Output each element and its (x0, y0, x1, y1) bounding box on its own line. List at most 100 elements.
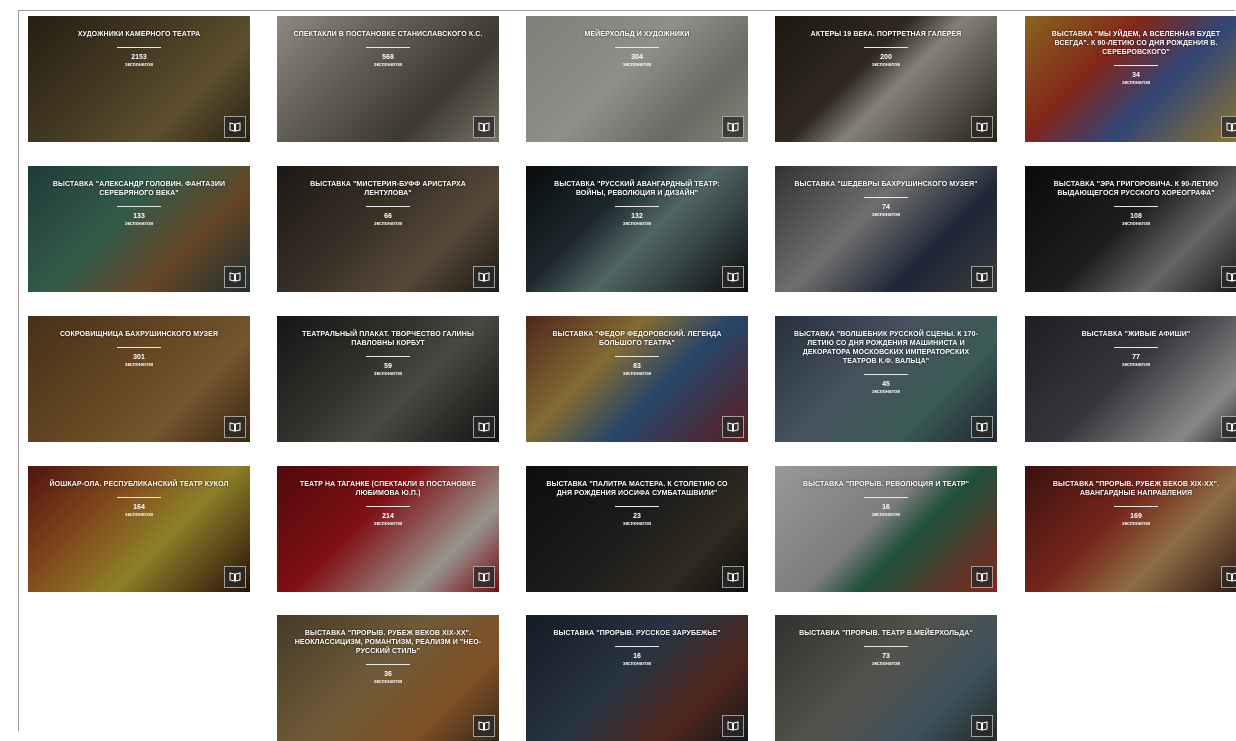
divider (864, 47, 908, 48)
card-count: 23 (633, 513, 641, 520)
divider (615, 356, 659, 357)
collection-card[interactable]: Выставка "Мы уйдем, а Вселенная будет вс… (1025, 16, 1236, 142)
card-title: Выставка "Мы уйдем, а Вселенная будет вс… (1051, 31, 1221, 56)
card-count: 74 (882, 204, 890, 211)
card-count: 77 (1132, 354, 1140, 361)
book-icon[interactable] (473, 566, 495, 588)
card-unit: экспонатов (373, 371, 403, 377)
book-icon[interactable] (722, 416, 744, 438)
card-count: 301 (133, 354, 145, 361)
collection-card[interactable]: Сокровищница Бахрушинского музея 301 экспо… (28, 316, 250, 442)
book-icon[interactable] (473, 416, 495, 438)
card-title: Театр на Таганке (спектакли в постановке… (299, 481, 477, 497)
divider (366, 206, 410, 207)
collection-card[interactable]: Йошкар-Ола. Республиканский театр кукол 1… (28, 466, 250, 592)
card-title: Выставка "Прорыв. Рубеж веков XIX-XX". Н… (294, 630, 482, 655)
collection-card[interactable]: Выставка "Шедевры Бахрушинского музея" 74… (775, 166, 997, 292)
collection-card[interactable]: Выставка "Федор Федоровский. Легенда Бол… (526, 316, 748, 442)
card-title: Выставка "Прорыв. Рубеж веков XIX-XX". А… (1052, 481, 1220, 497)
collection-card[interactable]: Выставка "Волшебник русской сцены. К 170… (775, 316, 997, 442)
book-icon[interactable] (224, 266, 246, 288)
book-icon[interactable] (473, 116, 495, 138)
card-title: Выставка "Эра Григоровича. К 90-летию вы… (1053, 181, 1219, 197)
book-icon[interactable] (971, 715, 993, 737)
card-unit: экспонатов (622, 62, 652, 68)
collection-card[interactable]: Театр на Таганке (спектакли в постановке… (277, 466, 499, 592)
card-title: Выставка "Александр Головин. Фантазии Се… (52, 181, 226, 197)
divider (615, 506, 659, 507)
card-title: Выставка "Волшебник русской сцены. К 170… (793, 331, 979, 365)
card-count: 45 (882, 381, 890, 388)
collection-card[interactable]: Выставка "Прорыв. Театр В.Мейерхольда" 73… (775, 615, 997, 741)
divider (366, 356, 410, 357)
book-icon[interactable] (1221, 116, 1236, 138)
collection-card[interactable]: Актеры 19 века. Портретная галерея 200 экс… (775, 16, 997, 142)
card-count: 304 (631, 54, 643, 61)
card-count: 83 (633, 363, 641, 370)
card-count: 214 (382, 513, 394, 520)
book-icon[interactable] (971, 266, 993, 288)
divider (117, 497, 161, 498)
collection-card[interactable]: Выставка "Палитра мастера. К столетию со… (526, 466, 748, 592)
card-count: 73 (882, 653, 890, 660)
divider (864, 497, 908, 498)
book-icon[interactable] (722, 116, 744, 138)
collection-card[interactable]: Мейерхольд и художники 304 экспонатов (526, 16, 748, 142)
collection-card[interactable]: Выставка "Эра Григоровича. К 90-летию вы… (1025, 166, 1236, 292)
collection-card[interactable]: Выставка "Прорыв. Русское зарубежье" 16 эк… (526, 615, 748, 741)
divider (1114, 206, 1158, 207)
collection-card[interactable]: Выставка "Прорыв. Рубеж веков XIX-XX". Н… (277, 615, 499, 741)
card-count: 108 (1130, 213, 1142, 220)
card-title: Выставка "Федор Федоровский. Легенда Бол… (552, 331, 722, 347)
collection-card[interactable]: Выставка "Живые афиши" 77 экспонатов (1025, 316, 1236, 442)
card-count: 36 (384, 671, 392, 678)
book-icon[interactable] (722, 566, 744, 588)
card-title: Выставка "Шедевры Бахрушинского музея" (794, 181, 978, 188)
card-title: Йошкар-Ола. Республиканский театр кукол (49, 481, 229, 488)
book-icon[interactable] (971, 116, 993, 138)
card-title: Спектакли в постановке Станиславского К.… (293, 31, 483, 38)
collection-card[interactable]: Выставка "Русский авангардный театр: вой… (526, 166, 748, 292)
card-unit: экспонатов (1121, 221, 1151, 227)
book-icon[interactable] (1221, 416, 1236, 438)
card-unit: экспонатов (373, 221, 403, 227)
card-unit: экспонатов (871, 62, 901, 68)
book-icon[interactable] (971, 566, 993, 588)
card-title: Сокровищница Бахрушинского музея (59, 331, 219, 338)
card-count: 132 (631, 213, 643, 220)
card-title: Выставка "Прорыв. Революция и театр" (802, 481, 970, 488)
collection-card[interactable]: Выставка "Мистерия-буфф Аристарха Лентул… (277, 166, 499, 292)
book-icon[interactable] (971, 416, 993, 438)
card-count: 2153 (131, 54, 147, 61)
card-unit: экспонатов (622, 521, 652, 527)
divider (864, 646, 908, 647)
collection-card[interactable]: Художники Камерного театра 2153 экспонатов (28, 16, 250, 142)
book-icon[interactable] (224, 116, 246, 138)
card-count: 169 (1130, 513, 1142, 520)
card-count: 66 (384, 213, 392, 220)
collection-card[interactable]: Выставка "Александр Головин. Фантазии Се… (28, 166, 250, 292)
divider (366, 506, 410, 507)
card-unit: экспонатов (622, 661, 652, 667)
book-icon[interactable] (722, 715, 744, 737)
book-icon[interactable] (473, 715, 495, 737)
card-count: 34 (1132, 72, 1140, 79)
card-unit: экспонатов (373, 62, 403, 68)
collection-card[interactable]: Выставка "Прорыв. Рубеж веков XIX-XX". А… (1025, 466, 1236, 592)
card-count: 133 (133, 213, 145, 220)
collection-card[interactable]: Выставка "Прорыв. Революция и театр" 16 эк… (775, 466, 997, 592)
card-unit: экспонатов (373, 521, 403, 527)
book-icon[interactable] (1221, 266, 1236, 288)
book-icon[interactable] (473, 266, 495, 288)
book-icon[interactable] (224, 566, 246, 588)
collection-card[interactable]: Театральный плакат. Творчество Галины Па… (277, 316, 499, 442)
card-title: Мейерхольд и художники (584, 31, 690, 38)
divider (615, 206, 659, 207)
card-count: 16 (633, 653, 641, 660)
card-unit: экспонатов (871, 389, 901, 395)
book-icon[interactable] (224, 416, 246, 438)
book-icon[interactable] (722, 266, 744, 288)
book-icon[interactable] (1221, 566, 1236, 588)
collection-card[interactable]: Спектакли в постановке Станиславского К.… (277, 16, 499, 142)
card-unit: экспонатов (871, 212, 901, 218)
